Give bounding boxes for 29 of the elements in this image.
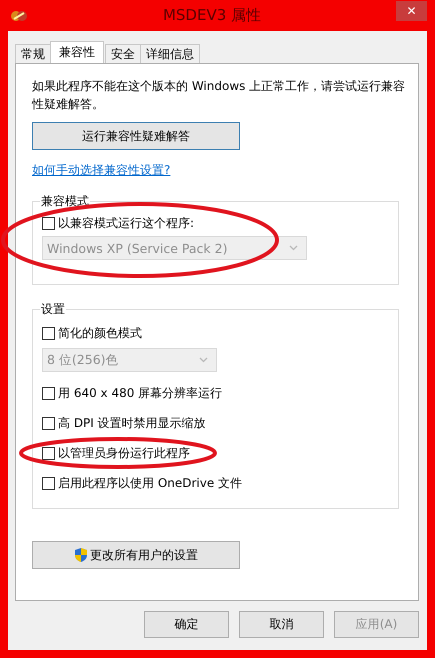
- help-link[interactable]: 如何手动选择兼容性设置?: [32, 162, 170, 179]
- checkbox[interactable]: [42, 446, 55, 460]
- all-users-button[interactable]: 更改所有用户的设置: [32, 541, 240, 569]
- tab[interactable]: 兼容性: [50, 41, 104, 63]
- chevron-down-icon: [199, 357, 208, 363]
- troubleshoot-button[interactable]: 运行兼容性疑难解答: [32, 122, 240, 150]
- tab[interactable]: 安全: [105, 44, 141, 63]
- app-icon: [10, 8, 28, 22]
- dialog-button[interactable]: 确定: [144, 611, 229, 638]
- checkbox[interactable]: [42, 326, 55, 340]
- checkbox-label: 简化的颜色模式: [58, 324, 142, 342]
- checkbox[interactable]: [42, 386, 55, 400]
- window-title: MSDEV3 属性: [162, 6, 262, 25]
- shield-icon: [74, 547, 88, 563]
- checkbox[interactable]: [42, 416, 55, 430]
- checkbox-label: 高 DPI 设置时禁用显示缩放: [58, 414, 206, 432]
- checkbox-label: 以管理员身份运行此程序: [58, 444, 190, 462]
- dialog-button[interactable]: 取消: [239, 611, 324, 638]
- group-title: 设置: [40, 301, 66, 318]
- tab[interactable]: 详细信息: [140, 44, 200, 63]
- checkbox[interactable]: [42, 476, 55, 490]
- checkbox-label: 启用此程序以使用 OneDrive 文件: [58, 474, 242, 492]
- checkbox-label: 用 640 x 480 屏幕分辨率运行: [58, 384, 222, 402]
- tab[interactable]: 常规: [15, 44, 51, 63]
- checkbox[interactable]: [42, 216, 55, 230]
- close-button[interactable]: ✕: [396, 0, 427, 20]
- chevron-down-icon: [289, 245, 298, 251]
- description-text: 如果此程序不能在这个版本的 Windows 上正常工作，请尝试运行兼容性疑难解答。: [32, 78, 406, 113]
- checkbox-label: 以兼容模式运行这个程序:: [58, 214, 194, 232]
